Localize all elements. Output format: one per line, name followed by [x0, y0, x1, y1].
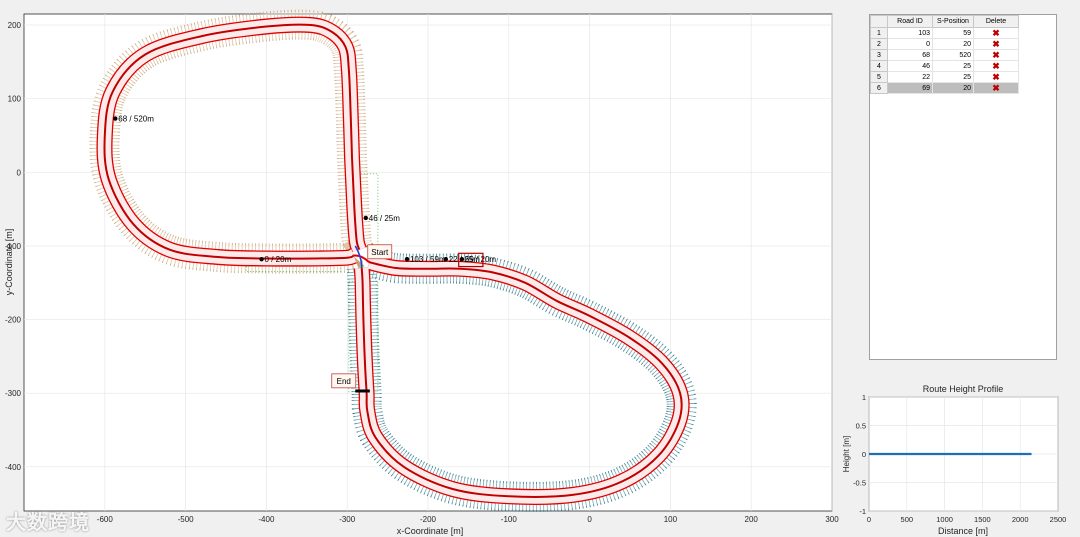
height-title: Route Height Profile [923, 384, 1004, 394]
waypoint-label: 0 / 20m [265, 255, 292, 264]
map-ytick-label: -400 [5, 463, 22, 472]
waypoint-label: 46 / 25m [369, 214, 400, 223]
height-ytick-label: -0.5 [853, 479, 866, 488]
height-xtick-label: 0 [867, 515, 871, 524]
s-position-cell: 25 [932, 71, 974, 83]
road-id-cell: 103 [887, 27, 933, 39]
map-xtick-label: -600 [97, 515, 114, 524]
map-xtick-label: -500 [178, 515, 195, 524]
waypoint-dot [113, 116, 118, 121]
map-xlabel: x-Coordinate [m] [397, 526, 464, 536]
map-xtick-label: 0 [587, 515, 592, 524]
route-waypoint-table[interactable]: Road ID S-Position Delete 1 103 59 ✖ 2 0 20 ✖ 3 6… [869, 14, 1057, 360]
road-id-cell: 22 [887, 71, 933, 83]
row-index-cell: 6 [870, 82, 888, 94]
height-xtick-label: 500 [901, 515, 914, 524]
table-corner [870, 15, 888, 28]
start-label: Start [371, 248, 389, 257]
map-xtick-label: 200 [745, 515, 759, 524]
column-header-s-position[interactable]: S-Position [932, 15, 974, 28]
road-id-cell: 68 [887, 49, 933, 61]
table-row[interactable]: 5 22 25 ✖ [870, 71, 1019, 83]
s-position-cell: 20 [932, 38, 974, 50]
route-map-chart[interactable]: 68 / 520m46 / 25m0 / 20m 103 / 59m 22 / 25… [0, 0, 860, 537]
height-ytick-label: 0.5 [856, 422, 866, 431]
row-index-cell: 2 [870, 38, 888, 50]
row-index-cell: 1 [870, 27, 888, 39]
delete-icon[interactable]: ✖ [973, 38, 1019, 50]
map-ytick-label: 100 [8, 95, 22, 104]
height-ytick-label: 0 [862, 450, 866, 459]
column-header-road-id[interactable]: Road ID [887, 15, 933, 28]
height-xtick-label: 1000 [936, 515, 953, 524]
road-id-cell: 69 [887, 82, 933, 94]
table-row[interactable]: 2 0 20 ✖ [870, 38, 1019, 50]
table-row[interactable]: 6 69 20 ✖ [870, 82, 1019, 94]
delete-icon[interactable]: ✖ [973, 27, 1019, 39]
table-row[interactable]: 4 46 25 ✖ [870, 60, 1019, 72]
height-xtick-label: 2000 [1012, 515, 1029, 524]
map-xtick-label: -300 [339, 515, 356, 524]
table-row[interactable]: 1 103 59 ✖ [870, 27, 1019, 39]
map-ytick-label: -300 [5, 389, 22, 398]
s-position-cell: 520 [932, 49, 974, 61]
watermark-logo: 大数跨境 [6, 506, 90, 535]
s-position-cell: 25 [932, 60, 974, 72]
map-ylabel: y-Coordinate [m] [4, 229, 14, 296]
table-row[interactable]: 3 68 520 ✖ [870, 49, 1019, 61]
waypoint-label: 68 / 520m [118, 115, 154, 124]
row-index-cell: 3 [870, 49, 888, 61]
map-xtick-label: -100 [501, 515, 518, 524]
map-xtick-label: 100 [664, 515, 678, 524]
height-ylabel: Height [m] [842, 436, 851, 472]
height-xtick-label: 2500 [1050, 515, 1067, 524]
delete-icon[interactable]: ✖ [973, 60, 1019, 72]
s-position-cell: 20 [932, 82, 974, 94]
height-xlabel: Distance [m] [938, 526, 988, 536]
waypoint-dot [259, 256, 264, 262]
waypoint-dot [459, 256, 465, 262]
end-label: End [337, 377, 351, 386]
row-index-cell: 4 [870, 60, 888, 72]
waypoint-label: 69 / 20m [465, 255, 496, 264]
waypoint-dot [443, 256, 448, 262]
column-header-delete[interactable]: Delete [973, 15, 1019, 28]
s-position-cell: 59 [932, 27, 974, 39]
row-index-cell: 5 [870, 71, 888, 83]
delete-icon[interactable]: ✖ [973, 71, 1019, 83]
map-xtick-label: -200 [420, 515, 437, 524]
map-ytick-label: 0 [17, 168, 22, 177]
waypoint-dot [404, 256, 410, 262]
delete-icon[interactable]: ✖ [973, 49, 1019, 61]
table-body: 1 103 59 ✖ 2 0 20 ✖ 3 68 520 ✖ 4 46 25 ✖ 5 22 25 ✖ 6 69 20 ✖ [870, 27, 1019, 94]
waypoint-dot [363, 215, 368, 221]
waypoint-label: 103 / 59m [410, 255, 446, 264]
height-ytick-label: 1 [862, 393, 866, 402]
height-profile-chart[interactable]: 0 500 1000 1500 2000 2500 1 0.5 0 -0.5 -1 Route He… [832, 378, 1080, 537]
watermark-text: 大数跨境 [6, 512, 90, 534]
delete-icon[interactable]: ✖ [973, 82, 1019, 94]
map-ytick-label: 200 [8, 21, 22, 30]
height-ytick-label: -1 [859, 507, 866, 516]
road-id-cell: 46 [887, 60, 933, 72]
height-xtick-label: 1500 [974, 515, 991, 524]
road-id-cell: 0 [887, 38, 933, 50]
map-ytick-label: -200 [5, 316, 22, 325]
map-xtick-label: -400 [258, 515, 275, 524]
